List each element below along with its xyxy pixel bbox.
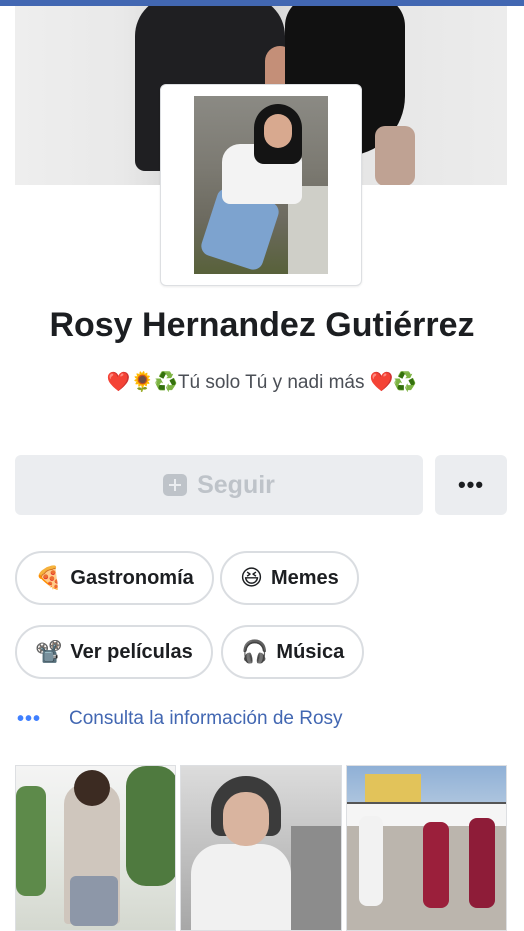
profile-name: Rosy Hernandez Gutiérrez [49, 306, 475, 344]
photo-grid [15, 765, 507, 931]
about-info-link-label: Consulta la información de Rosy [69, 708, 343, 729]
headphones-icon: 🎧 [241, 639, 269, 665]
more-icon: ••• [457, 472, 485, 497]
more-options-button[interactable]: ••• [435, 455, 507, 515]
avatar [194, 96, 328, 274]
follow-icon [163, 474, 188, 496]
photo-detail [126, 766, 176, 886]
photo-detail [16, 786, 46, 896]
profile-bio: ❤️🌻♻️Tú solo Tú y nadi más ❤️♻️ [106, 372, 418, 393]
pizza-icon: 🍕 [35, 565, 63, 591]
profile-picture[interactable] [160, 84, 362, 286]
photo-detail [422, 822, 449, 908]
photo-thumbnail[interactable] [180, 765, 342, 931]
cover-figure [375, 126, 415, 185]
photo-detail [468, 818, 495, 908]
interest-label: Gastronomía [70, 566, 194, 589]
photo-detail [291, 826, 341, 930]
about-info-link[interactable]: ••• Consulta la información de Rosy [17, 706, 343, 732]
follow-button[interactable]: Seguir [15, 455, 423, 515]
interest-musica[interactable]: 🎧 Música [221, 625, 365, 679]
photo-detail [358, 816, 383, 906]
photo-detail [70, 876, 118, 926]
laughing-face-icon: 😆 [240, 565, 263, 591]
interest-label: Memes [270, 566, 339, 589]
photo-thumbnail[interactable] [15, 765, 177, 931]
photo-detail [74, 770, 110, 806]
photo-thumbnail[interactable] [345, 765, 507, 931]
interest-label: Ver películas [70, 640, 193, 663]
interest-ver-peliculas[interactable]: 📽️ Ver películas [15, 625, 213, 679]
follow-button-label: Seguir [197, 470, 275, 499]
interest-label: Música [276, 640, 345, 663]
interest-memes[interactable]: 😆 Memes [220, 551, 359, 605]
photo-detail [191, 844, 292, 930]
ellipsis-icon: ••• [17, 707, 42, 730]
photo-detail [223, 792, 270, 846]
film-projector-icon: 📽️ [35, 639, 63, 665]
interest-gastronomia[interactable]: 🍕 Gastronomía [15, 551, 214, 605]
avatar-detail [264, 114, 292, 148]
